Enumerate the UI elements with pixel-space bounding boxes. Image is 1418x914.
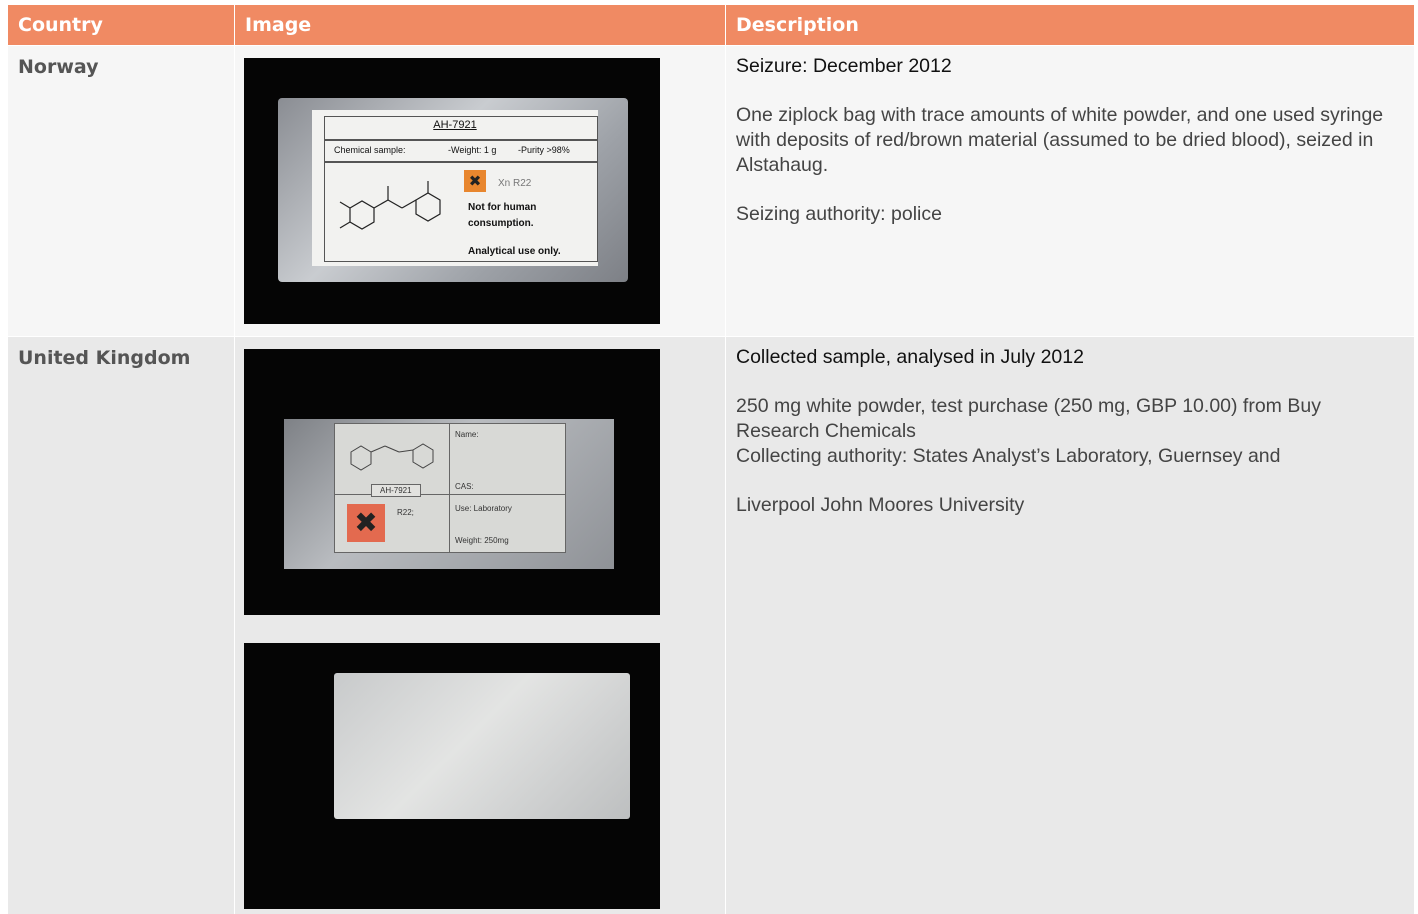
label-warning: Not for human: [468, 202, 537, 213]
label-use: Analytical use only.: [468, 246, 561, 257]
ziplock-bag: [334, 673, 630, 819]
uk-sample-photo-front: Name: CAS: AH-7921 ✖ R22; Use: Laborator…: [244, 349, 660, 615]
harmful-hazard-icon: ✖: [464, 170, 486, 192]
header-country: Country: [8, 5, 234, 45]
label-hazard: Xn R22: [498, 178, 532, 189]
label-purity: -Purity >98%: [518, 145, 570, 155]
label-weight: Weight: 250mg: [455, 536, 509, 545]
row-norway-paragraph: One ziplock bag with trace amounts of wh…: [736, 104, 1384, 176]
label-sample: Chemical sample:: [334, 145, 406, 155]
header-description: Description: [726, 5, 1414, 45]
molecule-structure-icon: [350, 443, 434, 471]
row-norway-paragraph: Seizing authority: police: [736, 203, 942, 225]
label-use: Use: Laboratory: [455, 504, 512, 513]
row-uk-country: United Kingdom: [8, 337, 234, 914]
row-uk-heading: Collected sample, analysed in July 2012: [736, 346, 1084, 368]
label-name: Name:: [455, 430, 479, 439]
label-hazard: R22;: [397, 508, 414, 517]
label-code: AH-7921: [371, 484, 421, 497]
row-norway-country: Norway: [8, 46, 234, 336]
row-norway-description: Seizure: December 2012 One ziplock bag w…: [726, 46, 1414, 336]
label-weight: -Weight: 1 g: [448, 145, 497, 155]
row-uk-paragraph: 250 mg white powder, test purchase (250 …: [736, 395, 1321, 467]
molecule-structure-icon: [339, 181, 441, 230]
bag-label: AH-7921 Chemical sample: -Weight: 1 g -P…: [312, 110, 598, 266]
row-uk-paragraph: Liverpool John Moores University: [736, 494, 1025, 516]
header-image: Image: [235, 5, 725, 45]
label-warning: consumption.: [468, 218, 534, 229]
bag-label: Name: CAS: AH-7921 ✖ R22; Use: Laborator…: [334, 423, 566, 553]
label-cas: CAS:: [455, 482, 474, 491]
norway-sample-photo: AH-7921 Chemical sample: -Weight: 1 g -P…: [244, 58, 660, 324]
row-norway-heading: Seizure: December 2012: [736, 55, 952, 77]
label-title: AH-7921: [433, 119, 477, 131]
uk-sample-photo-back: [244, 643, 660, 909]
row-uk-description: Collected sample, analysed in July 2012 …: [726, 337, 1414, 914]
harmful-hazard-icon: ✖: [347, 504, 385, 542]
